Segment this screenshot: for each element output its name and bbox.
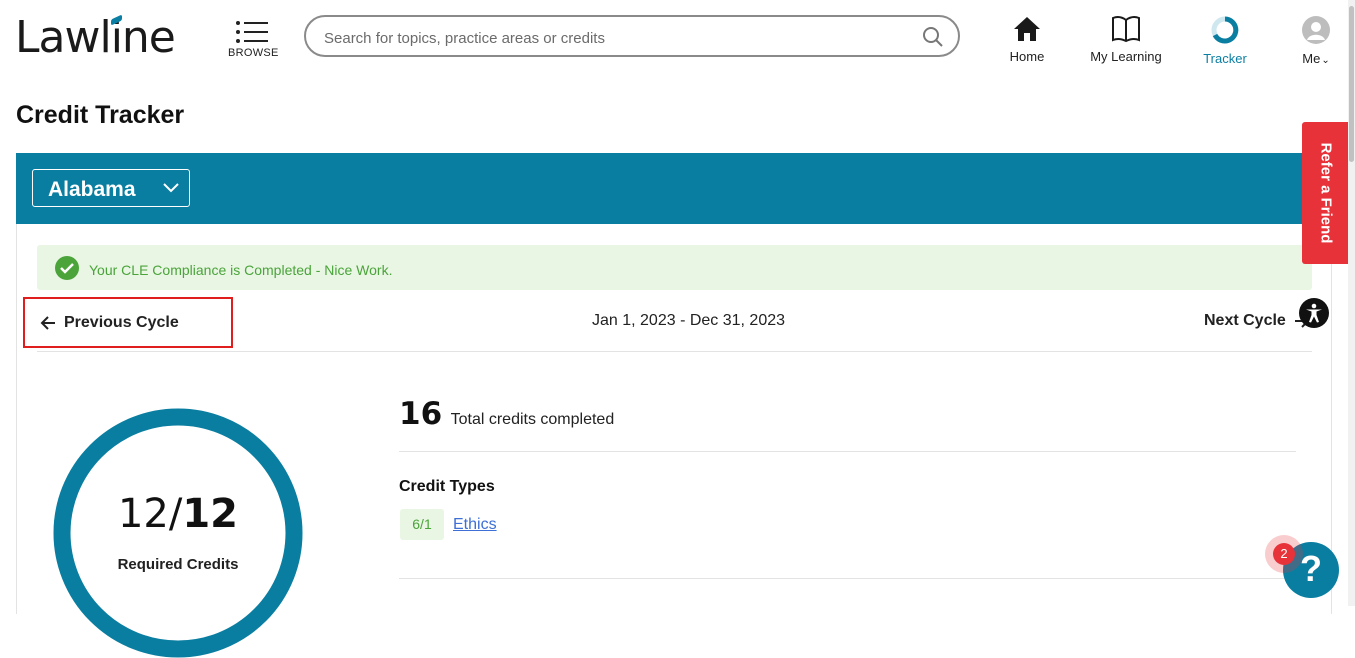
- credit-type-badge: 6/1: [400, 509, 444, 540]
- browse-label: BROWSE: [228, 47, 279, 59]
- total-credits: 16 Total credits completed: [399, 396, 614, 432]
- total-credits-number: 16: [399, 396, 443, 432]
- arrow-left-icon: [40, 316, 55, 330]
- nav-my-learning[interactable]: My Learning: [1088, 15, 1164, 64]
- next-cycle-label: Next Cycle: [1204, 312, 1286, 329]
- cycle-date-range: Jan 1, 2023 - Dec 31, 2023: [592, 312, 786, 329]
- required-credits-label: Required Credits: [117, 556, 239, 573]
- previous-cycle-button[interactable]: Previous Cycle: [23, 297, 233, 348]
- compliance-alert: Your CLE Compliance is Completed - Nice …: [37, 245, 1312, 290]
- top-header: Lawline BROWSE Home My Learning: [0, 0, 1355, 80]
- state-selected-value: Alabama: [48, 178, 136, 201]
- search-icon[interactable]: [922, 26, 944, 48]
- page-title: Credit Tracker: [16, 101, 185, 129]
- accessibility-icon[interactable]: [1299, 298, 1329, 328]
- book-icon: [1112, 15, 1140, 43]
- total-credits-label: Total credits completed: [450, 411, 615, 428]
- credit-type-link-ethics[interactable]: Ethics: [453, 516, 497, 534]
- notification-badge: 2: [1265, 535, 1303, 573]
- state-bar: Alabama: [16, 153, 1332, 224]
- home-icon: [1014, 17, 1040, 41]
- nav-my-learning-label: My Learning: [1090, 49, 1162, 64]
- completed-credits: 12/: [117, 491, 183, 537]
- search-bar: [304, 15, 960, 57]
- nav-home[interactable]: Home: [1006, 15, 1048, 64]
- required-credits-total: 12: [182, 491, 239, 537]
- nav-me-text: Me: [1302, 51, 1321, 66]
- credit-types-heading: Credit Types: [399, 478, 495, 495]
- check-circle-icon: [55, 256, 79, 280]
- next-cycle-button[interactable]: Next Cycle: [1204, 312, 1310, 330]
- previous-cycle-label: Previous Cycle: [64, 314, 179, 331]
- cycle-navigation: Previous Cycle Jan 1, 2023 - Dec 31, 202…: [23, 296, 1312, 352]
- avatar-icon: [1302, 16, 1330, 44]
- divider: [399, 578, 1296, 579]
- browse-button[interactable]: BROWSE: [228, 20, 279, 59]
- chevron-down-icon: ⌄: [1321, 55, 1330, 66]
- nav-home-label: Home: [1009, 49, 1045, 64]
- search-input[interactable]: [322, 26, 916, 50]
- nav-tracker[interactable]: Tracker: [1200, 15, 1250, 66]
- nav-me[interactable]: Me⌄: [1298, 15, 1334, 66]
- divider: [399, 451, 1296, 452]
- refer-a-friend-tab[interactable]: Refer a Friend: [1302, 122, 1349, 264]
- required-credits-value: 12/12: [53, 488, 303, 538]
- tracker-ring-icon: [1211, 16, 1239, 44]
- chevron-down-icon: [163, 183, 179, 193]
- notification-count: 2: [1273, 543, 1295, 565]
- nav-tracker-label: Tracker: [1203, 51, 1247, 66]
- lawline-logo[interactable]: Lawline: [15, 12, 176, 63]
- list-menu-icon: [236, 21, 268, 43]
- scrollbar-thumb[interactable]: [1349, 6, 1354, 162]
- nav-me-label: Me⌄: [1298, 51, 1334, 66]
- compliance-alert-text: Your CLE Compliance is Completed - Nice …: [89, 262, 393, 278]
- state-dropdown[interactable]: Alabama: [32, 169, 190, 207]
- refer-a-friend-label: Refer a Friend: [1317, 142, 1334, 244]
